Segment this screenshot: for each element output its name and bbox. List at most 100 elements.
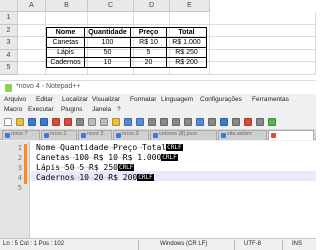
grid-cell[interactable] — [88, 12, 134, 25]
grid-cell[interactable] — [18, 12, 46, 25]
copy-icon[interactable] — [100, 118, 108, 126]
grid-cell[interactable] — [210, 12, 316, 25]
status-divider — [234, 240, 235, 250]
line-field: Canetas — [36, 153, 70, 162]
tab-novo-1[interactable]: novo 1 — [41, 130, 77, 140]
title-bar: *novo 4 - Notepad++ — [0, 80, 316, 94]
sync-scroll-icon[interactable] — [196, 118, 204, 126]
menu-formatar[interactable]: Formatar — [130, 96, 156, 103]
table-row: Lápis 50 5 R$ 250 — [46, 47, 207, 58]
column-header-b[interactable]: B — [46, 0, 88, 12]
redo-icon[interactable] — [136, 118, 144, 126]
menu-ferramentas[interactable]: Ferramentas — [252, 96, 289, 103]
menu-plugins[interactable]: Plugins — [61, 106, 82, 113]
grid-cell[interactable] — [170, 12, 210, 25]
grid-cell[interactable] — [134, 12, 170, 25]
grid-cell[interactable] — [46, 12, 88, 25]
zoom-in-icon[interactable] — [172, 118, 180, 126]
menu-help[interactable]: ? — [117, 106, 121, 113]
print-icon[interactable] — [76, 118, 84, 126]
table-cell[interactable]: 20 — [130, 57, 167, 68]
header-cell[interactable]: Total — [166, 27, 207, 38]
tab-cetores-8-json[interactable]: cetores (8).json — [150, 130, 217, 140]
table-cell[interactable]: 100 — [84, 37, 131, 48]
show-all-chars-icon[interactable] — [220, 118, 228, 126]
grid-cell[interactable] — [210, 62, 316, 75]
change-marker — [24, 144, 27, 184]
menu-executar[interactable]: Executar — [28, 106, 54, 113]
find-icon[interactable] — [148, 118, 156, 126]
save-icon[interactable] — [28, 118, 36, 126]
play-macro-icon[interactable] — [268, 118, 276, 126]
grid-cell[interactable] — [210, 25, 316, 37]
header-cell[interactable]: Preço — [130, 27, 167, 38]
table-cell[interactable]: R$ 10 — [130, 37, 167, 48]
grid-cell[interactable] — [210, 37, 316, 50]
menu-janela[interactable]: Janela — [92, 106, 111, 113]
column-header-e[interactable]: E — [170, 0, 210, 12]
tab-novo-2[interactable]: novo 2 — [78, 130, 112, 140]
table-cell[interactable]: 10 — [84, 57, 131, 68]
table-cell[interactable]: 5 — [130, 47, 167, 58]
close-icon[interactable] — [52, 118, 60, 126]
zoom-out-icon[interactable] — [184, 118, 192, 126]
editor-line: Nome⟶Quantidade⟶Preço⟶TotalCRLF — [36, 143, 183, 152]
menu-editar[interactable]: Editar — [36, 96, 53, 103]
replace-icon[interactable] — [160, 118, 168, 126]
file-icon — [271, 133, 276, 138]
open-file-icon[interactable] — [16, 118, 24, 126]
undo-icon[interactable] — [124, 118, 132, 126]
table-cell[interactable]: R$ 250 — [166, 47, 207, 58]
table-cell[interactable]: Cadernos — [46, 57, 85, 68]
menu-visualizar[interactable]: Visualizar — [92, 96, 120, 103]
menu-arquivo[interactable]: Arquivo — [4, 96, 26, 103]
encoding[interactable]: UTF-8 — [244, 241, 261, 247]
table-cell[interactable]: 50 — [84, 47, 131, 58]
grid-cell[interactable] — [18, 37, 46, 50]
wrap-icon[interactable] — [208, 118, 216, 126]
stop-macro-icon[interactable] — [256, 118, 264, 126]
menu-localizar[interactable]: Localizar — [62, 96, 88, 103]
table-cell[interactable]: R$ 200 — [166, 57, 207, 68]
row-header-2[interactable]: 2 — [0, 25, 18, 37]
row-header-3[interactable]: 3 — [0, 37, 18, 50]
header-cell[interactable]: Quantidade — [84, 27, 131, 38]
close-all-icon[interactable] — [64, 118, 72, 126]
editor[interactable]: 1 2 3 4 5 Nome⟶Quantidade⟶Preço⟶TotalCRLF Can… — [0, 141, 316, 238]
paste-icon[interactable] — [112, 118, 120, 126]
corner-cell[interactable] — [0, 0, 18, 12]
line-field: Total — [142, 143, 167, 152]
column-header-c[interactable]: C — [88, 0, 134, 12]
grid-cell[interactable] — [18, 62, 46, 75]
table-cell[interactable]: Lápis — [46, 47, 85, 58]
table-cell[interactable]: Canetas — [46, 37, 85, 48]
record-macro-icon[interactable] — [244, 118, 252, 126]
tab-site-webm[interactable]: site.webm — [218, 130, 267, 140]
header-cell[interactable]: Nome — [46, 27, 85, 38]
file-icon — [81, 133, 86, 138]
tab-novo-3[interactable]: novo 3 — [113, 130, 149, 140]
table-cell[interactable]: R$ 1.000 — [166, 37, 207, 48]
column-header-a[interactable]: A — [18, 0, 46, 12]
eol-mode[interactable]: Windows (CR LF) — [160, 241, 207, 247]
grid-cell[interactable] — [210, 50, 316, 62]
grid-cell[interactable] — [18, 25, 46, 37]
row-header-1[interactable]: 1 — [0, 12, 18, 25]
cut-icon[interactable] — [88, 118, 96, 126]
tab-novo-7[interactable]: novo 7 — [2, 130, 40, 140]
line-field: 50 — [64, 163, 75, 172]
column-header-d[interactable]: D — [134, 0, 170, 12]
tab-active-novo-4[interactable] — [268, 130, 314, 140]
grid-cell[interactable] — [18, 50, 46, 62]
line-number: 1 — [17, 144, 22, 152]
table-row: Cadernos 10 20 R$ 200 — [46, 57, 207, 68]
indent-guide-icon[interactable] — [232, 118, 240, 126]
menu-macro[interactable]: Macro — [4, 106, 22, 113]
editor-line: Lápis⟶50⟶5⟶R$ 250CRLF — [36, 163, 135, 172]
row-header-5[interactable]: 5 — [0, 62, 18, 75]
menu-linguagem[interactable]: Linguagem — [161, 96, 193, 103]
new-file-icon[interactable] — [4, 118, 12, 126]
menu-configuraes[interactable]: Configurações — [200, 96, 242, 103]
save-all-icon[interactable] — [40, 118, 48, 126]
row-header-4[interactable]: 4 — [0, 50, 18, 62]
